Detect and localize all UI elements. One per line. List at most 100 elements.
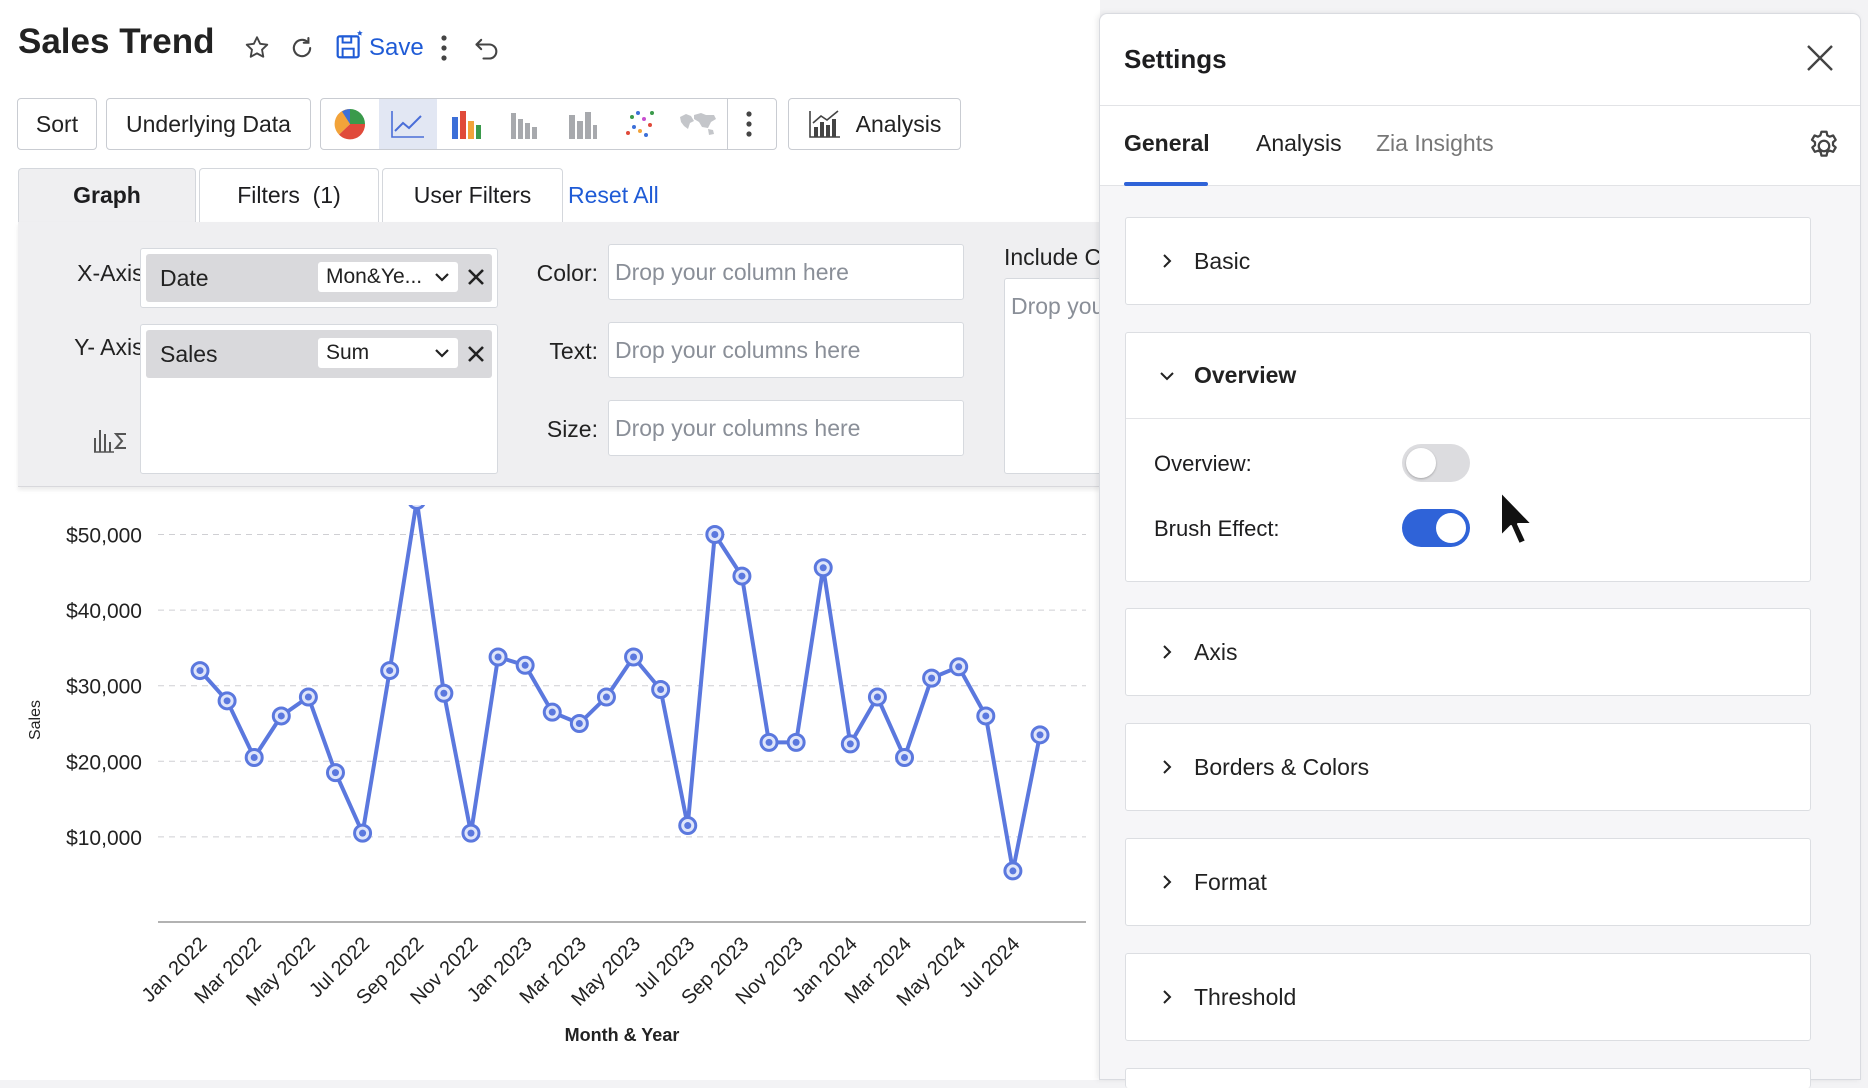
xaxis-aggregation-value: Mon&Ye...	[326, 265, 423, 288]
section-axis[interactable]: Axis	[1125, 608, 1811, 696]
data-point-center	[657, 685, 665, 693]
reset-all-link[interactable]: Reset All	[568, 182, 659, 209]
data-point-center	[277, 712, 285, 720]
data-point-center	[819, 564, 827, 572]
editor-tabs: Graph Filters (1) User Filters	[18, 168, 566, 222]
toggle-knob	[1406, 448, 1436, 478]
bar-chart-icon[interactable]	[437, 99, 495, 149]
section-format[interactable]: Format	[1125, 838, 1811, 926]
section-overview-header[interactable]: Overview	[1126, 333, 1810, 419]
analysis-button[interactable]: Analysis	[788, 98, 961, 150]
mouse-cursor-icon	[1500, 491, 1533, 545]
brush-effect-label: Brush Effect:	[1154, 516, 1280, 541]
size-label: Size:	[546, 416, 598, 442]
chart-type-selector	[320, 98, 777, 150]
text-dropzone[interactable]: Drop your columns here	[608, 322, 964, 378]
more-vertical-icon[interactable]	[434, 30, 454, 66]
column-chart-icon[interactable]	[495, 99, 553, 149]
tab-filters[interactable]: Filters (1)	[199, 168, 379, 222]
section-overview: Overview Overview: Brush Effect:	[1125, 332, 1811, 582]
data-point-center	[575, 720, 583, 727]
map-chart-icon[interactable]	[669, 99, 727, 149]
report-area: Sales Trend Save Sort Underlying Data An…	[0, 0, 1124, 1080]
sort-button[interactable]: Sort	[17, 98, 97, 150]
data-point-center	[386, 667, 394, 675]
section-basic[interactable]: Basic	[1125, 217, 1811, 305]
data-point-center	[1009, 867, 1017, 875]
remove-xaxis-icon[interactable]	[465, 266, 487, 288]
chevron-down-icon	[1160, 371, 1174, 380]
data-point-center	[494, 653, 502, 661]
tab-graph[interactable]: Graph	[18, 168, 196, 222]
data-point-center	[684, 822, 692, 830]
stacked-chart-icon[interactable]	[553, 99, 611, 149]
data-point-center	[630, 653, 638, 661]
remove-yaxis-icon[interactable]	[465, 343, 487, 365]
line-chart-icon[interactable]	[379, 99, 437, 149]
settings-header: Settings	[1100, 14, 1860, 106]
data-point[interactable]	[408, 505, 426, 510]
save-button[interactable]: Save	[335, 28, 424, 62]
text-label: Text:	[549, 338, 598, 364]
tab-zia-insights[interactable]: Zia Insights	[1376, 130, 1494, 157]
undo-icon[interactable]	[470, 30, 504, 66]
settings-title: Settings	[1124, 44, 1227, 74]
xaxis-label: X-Axis:	[77, 260, 150, 286]
data-point-center	[901, 754, 909, 762]
scatter-chart-icon[interactable]	[611, 99, 669, 149]
size-placeholder: Drop your columns here	[615, 414, 861, 441]
y-axis-title: Sales	[27, 700, 44, 740]
color-dropzone[interactable]: Drop your column here	[608, 244, 964, 300]
data-point-center	[196, 667, 204, 675]
yaxis-aggregation-select[interactable]: Sum	[318, 338, 458, 368]
data-point-center	[846, 740, 854, 748]
y-tick-label: $50,000	[66, 525, 142, 548]
data-point-center	[738, 572, 746, 580]
pie-chart-icon[interactable]	[321, 99, 379, 149]
overview-toggle[interactable]	[1402, 444, 1470, 482]
section-borders-label: Borders & Colors	[1194, 753, 1370, 780]
tab-general[interactable]: General	[1124, 130, 1210, 157]
close-icon[interactable]	[1800, 38, 1840, 78]
data-point-center	[928, 674, 936, 682]
tab-user-filters[interactable]: User Filters	[382, 168, 563, 222]
overview-label: Overview:	[1154, 451, 1252, 476]
data-point-center	[548, 708, 556, 716]
color-placeholder: Drop your column here	[615, 258, 849, 285]
brush-effect-toggle[interactable]	[1402, 509, 1470, 547]
analysis-chart-icon	[808, 110, 840, 138]
tab-analysis[interactable]: Analysis	[1256, 130, 1342, 157]
data-point-center	[331, 769, 339, 777]
xaxis-field-name: Date	[160, 264, 209, 291]
settings-panel: Settings General Analysis Zia Insights B…	[1099, 13, 1861, 1088]
active-tab-indicator	[1124, 182, 1208, 186]
y-tick-label: $30,000	[66, 676, 142, 699]
analysis-label: Analysis	[855, 110, 942, 137]
chevron-right-icon	[1163, 760, 1172, 774]
include-label: Include C	[1004, 244, 1102, 270]
section-basic-label: Basic	[1194, 247, 1251, 274]
data-point-center	[521, 661, 529, 669]
section-borders-colors[interactable]: Borders & Colors	[1125, 723, 1811, 811]
section-overview-label: Overview	[1194, 362, 1297, 388]
data-point-center	[982, 712, 990, 720]
xaxis-aggregation-select[interactable]: Mon&Ye...	[318, 262, 458, 292]
star-icon[interactable]	[242, 30, 272, 66]
gear-icon[interactable]	[1806, 128, 1842, 164]
aggregate-icon[interactable]	[92, 424, 130, 454]
size-dropzone[interactable]: Drop your columns here	[608, 400, 964, 456]
save-icon	[336, 30, 363, 59]
refresh-icon[interactable]	[287, 30, 317, 66]
yaxis-field-name: Sales	[160, 340, 218, 367]
data-point-center	[955, 663, 963, 671]
more-charts-icon[interactable]	[727, 99, 769, 149]
yaxis-aggregation-value: Sum	[326, 341, 370, 364]
data-point-center	[765, 738, 773, 746]
chevron-right-icon	[1163, 990, 1172, 1004]
data-point-center	[223, 697, 231, 705]
section-threshold[interactable]: Threshold	[1125, 953, 1811, 1041]
underlying-data-button[interactable]: Underlying Data	[106, 98, 311, 150]
data-point-center	[359, 829, 367, 837]
section-axis-label: Axis	[1194, 638, 1238, 665]
x-tick-label: Jul 2024	[955, 933, 1024, 1002]
